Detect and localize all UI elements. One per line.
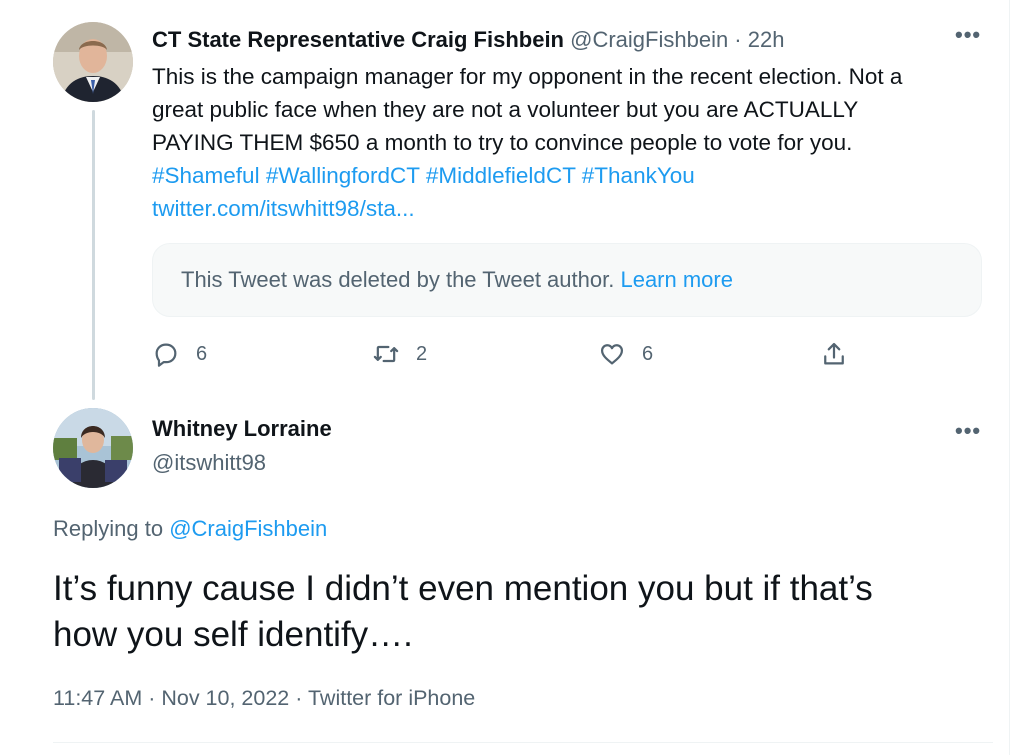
deleted-notice-text: This Tweet was deleted by the Tweet auth…: [181, 267, 615, 292]
more-dots-icon[interactable]: •••: [955, 22, 981, 48]
heart-icon: [600, 344, 624, 365]
reply-count: 6: [196, 342, 208, 365]
reply-button[interactable]: 6: [152, 340, 207, 368]
retweet-count: 2: [416, 342, 428, 365]
reply-icon: [155, 343, 177, 367]
replying-to-handle[interactable]: @CraigFishbein: [169, 516, 327, 541]
replying-prefix: Replying to: [53, 516, 170, 541]
avatar-whitney-lorraine[interactable]: [53, 408, 133, 488]
deleted-quote-notice: This Tweet was deleted by the Tweet auth…: [152, 243, 982, 317]
share-button[interactable]: [820, 340, 848, 368]
tweet-actions: 6 2 6: [152, 340, 852, 370]
more-dots-icon[interactable]: •••: [955, 418, 981, 444]
parent-handle[interactable]: @CraigFishbein: [570, 27, 728, 52]
hashtags[interactable]: #Shameful #WallingfordCT #MiddlefieldCT …: [152, 159, 992, 192]
reply-handle[interactable]: @itswhitt98: [152, 450, 266, 476]
like-count: 6: [642, 342, 654, 365]
tweet-timestamp[interactable]: 11:47 AM · Nov 10, 2022 · Twitter for iP…: [53, 686, 475, 711]
replying-to: Replying to @CraigFishbein: [53, 516, 327, 542]
reply-display-name[interactable]: Whitney Lorraine: [152, 416, 332, 442]
reply-tweet-text: It’s funny cause I didn’t even mention y…: [53, 566, 993, 658]
parent-display-name[interactable]: CT State Representative Craig Fishbein: [152, 27, 564, 52]
retweet-icon: [373, 345, 399, 363]
learn-more-link[interactable]: Learn more: [620, 267, 733, 293]
parent-tweet-header: CT State Representative Craig Fishbein @…: [152, 25, 784, 55]
parent-tweet-text: This is the campaign manager for my oppo…: [152, 60, 992, 225]
tweet-link[interactable]: twitter.com/itswhitt98/sta...: [152, 192, 992, 225]
parent-text-line: great public face when they are not a vo…: [152, 97, 859, 122]
reply-text-line: It’s funny cause I didn’t even mention y…: [53, 569, 873, 608]
parent-text-line: This is the campaign manager for my oppo…: [152, 64, 903, 89]
parent-text-line: PAYING THEM $650 a month to try to convi…: [152, 130, 853, 155]
thread-connector: [92, 110, 95, 400]
like-button[interactable]: 6: [598, 340, 653, 368]
avatar-craig-fishbein[interactable]: [53, 22, 133, 102]
reply-text-line: how you self identify….: [53, 615, 413, 654]
timeline-border: [1009, 0, 1010, 755]
share-icon: [824, 342, 844, 365]
retweet-button[interactable]: 2: [372, 340, 427, 368]
divider: [53, 742, 993, 743]
parent-time[interactable]: · 22h: [728, 27, 784, 52]
